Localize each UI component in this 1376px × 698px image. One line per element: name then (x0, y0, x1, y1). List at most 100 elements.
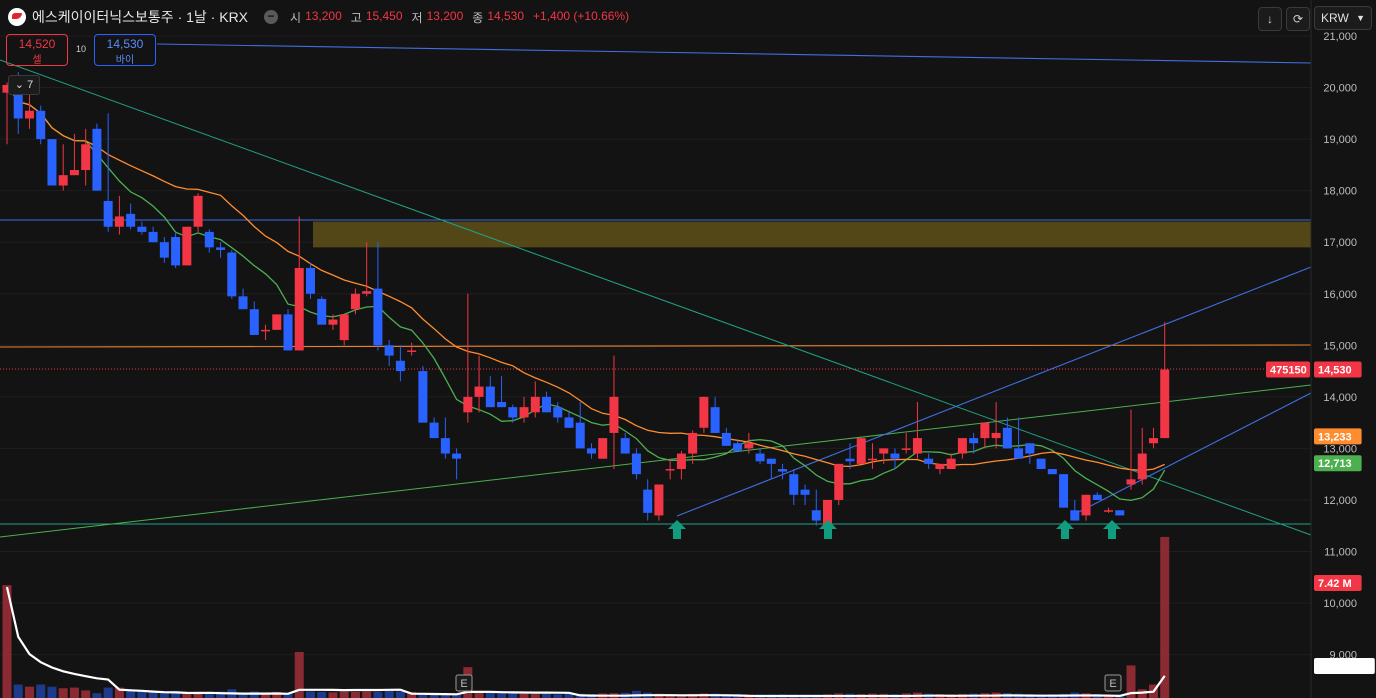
candle-body (1036, 458, 1046, 470)
currency-select[interactable]: KRW ▼ (1314, 6, 1372, 30)
candle-body (58, 175, 68, 186)
price-tag-label: 648.54 K (1318, 661, 1363, 673)
candle-body (463, 396, 473, 413)
candle-body (171, 237, 181, 266)
candle-body (474, 386, 484, 397)
candle-body (1160, 369, 1170, 439)
candle-body (36, 110, 46, 140)
candle-body (497, 402, 507, 408)
candle-body (643, 489, 653, 513)
candle-body (1047, 469, 1057, 475)
candle-body (508, 407, 518, 418)
candle-body (440, 438, 450, 454)
volume-bar (249, 691, 259, 698)
candle-body (969, 438, 979, 444)
volume-bar (36, 684, 46, 698)
buy-button[interactable]: 14,530 바이 (94, 34, 156, 66)
volume-bar (485, 692, 495, 698)
candle-body (395, 360, 405, 372)
price-tick-label: 19,000 (1323, 134, 1357, 146)
low-value: 13,200 (426, 8, 464, 23)
price-tick-label: 21,000 (1323, 31, 1357, 43)
candle-body (384, 345, 394, 356)
candle-body (609, 396, 619, 433)
candle-body (879, 448, 889, 454)
candle-body (47, 139, 57, 186)
candle-body (1148, 438, 1158, 444)
candle-body (789, 474, 799, 495)
download-icon[interactable]: ↓ (1258, 7, 1282, 31)
candle-body (811, 510, 821, 521)
candle-body (1104, 510, 1114, 512)
indicator-toggle[interactable]: ⌄ 7 (8, 75, 40, 95)
candle-body (744, 443, 754, 449)
candle-body (485, 386, 495, 408)
resistance-zone (313, 221, 1311, 248)
candle-body (699, 396, 709, 428)
volume-bar (137, 691, 147, 698)
sell-button[interactable]: 14,520 셀 (6, 34, 68, 66)
candle-body (114, 216, 124, 227)
candle-body (103, 200, 113, 227)
volume-bar (305, 691, 315, 698)
volume-bar (384, 690, 394, 698)
candle-body (452, 453, 462, 459)
volume-bar (148, 692, 158, 698)
candle-body (800, 489, 810, 495)
candle-body (755, 453, 765, 462)
candle-body (564, 417, 574, 428)
candle-body (294, 267, 304, 351)
candle-body (373, 288, 383, 346)
candle-body (81, 144, 91, 171)
candle-body (530, 396, 540, 413)
price-tag-label: 12,713 (1318, 458, 1352, 470)
currency-value: KRW (1321, 11, 1349, 25)
volume-bar (81, 690, 91, 698)
candle-body (856, 438, 866, 464)
candle-body (598, 438, 608, 459)
candle-body (935, 463, 945, 470)
candle-body (1092, 494, 1102, 500)
price-tick-label: 14,000 (1323, 392, 1357, 404)
price-tick-label: 20,000 (1323, 83, 1357, 95)
price-tag-label: 475150 (1270, 365, 1307, 377)
price-tick-label: 18,000 (1323, 186, 1357, 198)
candle-body (1081, 494, 1091, 516)
high-value: 15,450 (365, 8, 403, 23)
sell-label: 셀 (32, 55, 42, 66)
symbol-title[interactable]: 에스케이이터닉스보통주 · 1날 · KRX (32, 7, 248, 27)
candle-body (519, 407, 529, 418)
candle-body (733, 443, 743, 451)
candle-body (126, 213, 136, 227)
volume-bar (92, 693, 102, 698)
candle-body (778, 469, 788, 472)
price-chart[interactable]: E E 21,000 20,000 19,000 18,000 17,000 16,000 1… (0, 0, 1376, 698)
low-label: 저 (411, 10, 423, 25)
close-label: 종 (472, 10, 484, 25)
candle-body (676, 453, 686, 470)
candle-body (901, 448, 911, 450)
volume-bar (58, 688, 68, 698)
earnings-marker-label: E (1109, 678, 1116, 690)
collapse-icon[interactable]: − (264, 10, 279, 24)
candle-body (1002, 427, 1012, 449)
refresh-icon[interactable]: ⟳ (1286, 7, 1310, 31)
price-tick-label: 13,000 (1323, 443, 1357, 455)
candle-body (1137, 453, 1147, 480)
volume-bar (69, 687, 79, 698)
volume-bar (362, 691, 372, 698)
candle-body (69, 170, 79, 176)
price-tag-label: 14,530 (1318, 365, 1352, 377)
price-tick-label: 11,000 (1324, 547, 1357, 559)
candle-body (350, 293, 360, 310)
ohlc-readout: 시 13,200 고 15,450 저 13,200 종 14,530 +1,400 (… (290, 9, 629, 26)
candle-body (283, 314, 293, 351)
close-value: 14,530 (487, 8, 525, 23)
candle-body (710, 407, 720, 433)
candle-body (631, 453, 641, 475)
candle-body (272, 314, 282, 330)
chevron-down-icon: ⌄ (14, 79, 25, 91)
candle-body (867, 458, 877, 461)
candle-body (339, 314, 349, 341)
candle-body (407, 350, 417, 352)
